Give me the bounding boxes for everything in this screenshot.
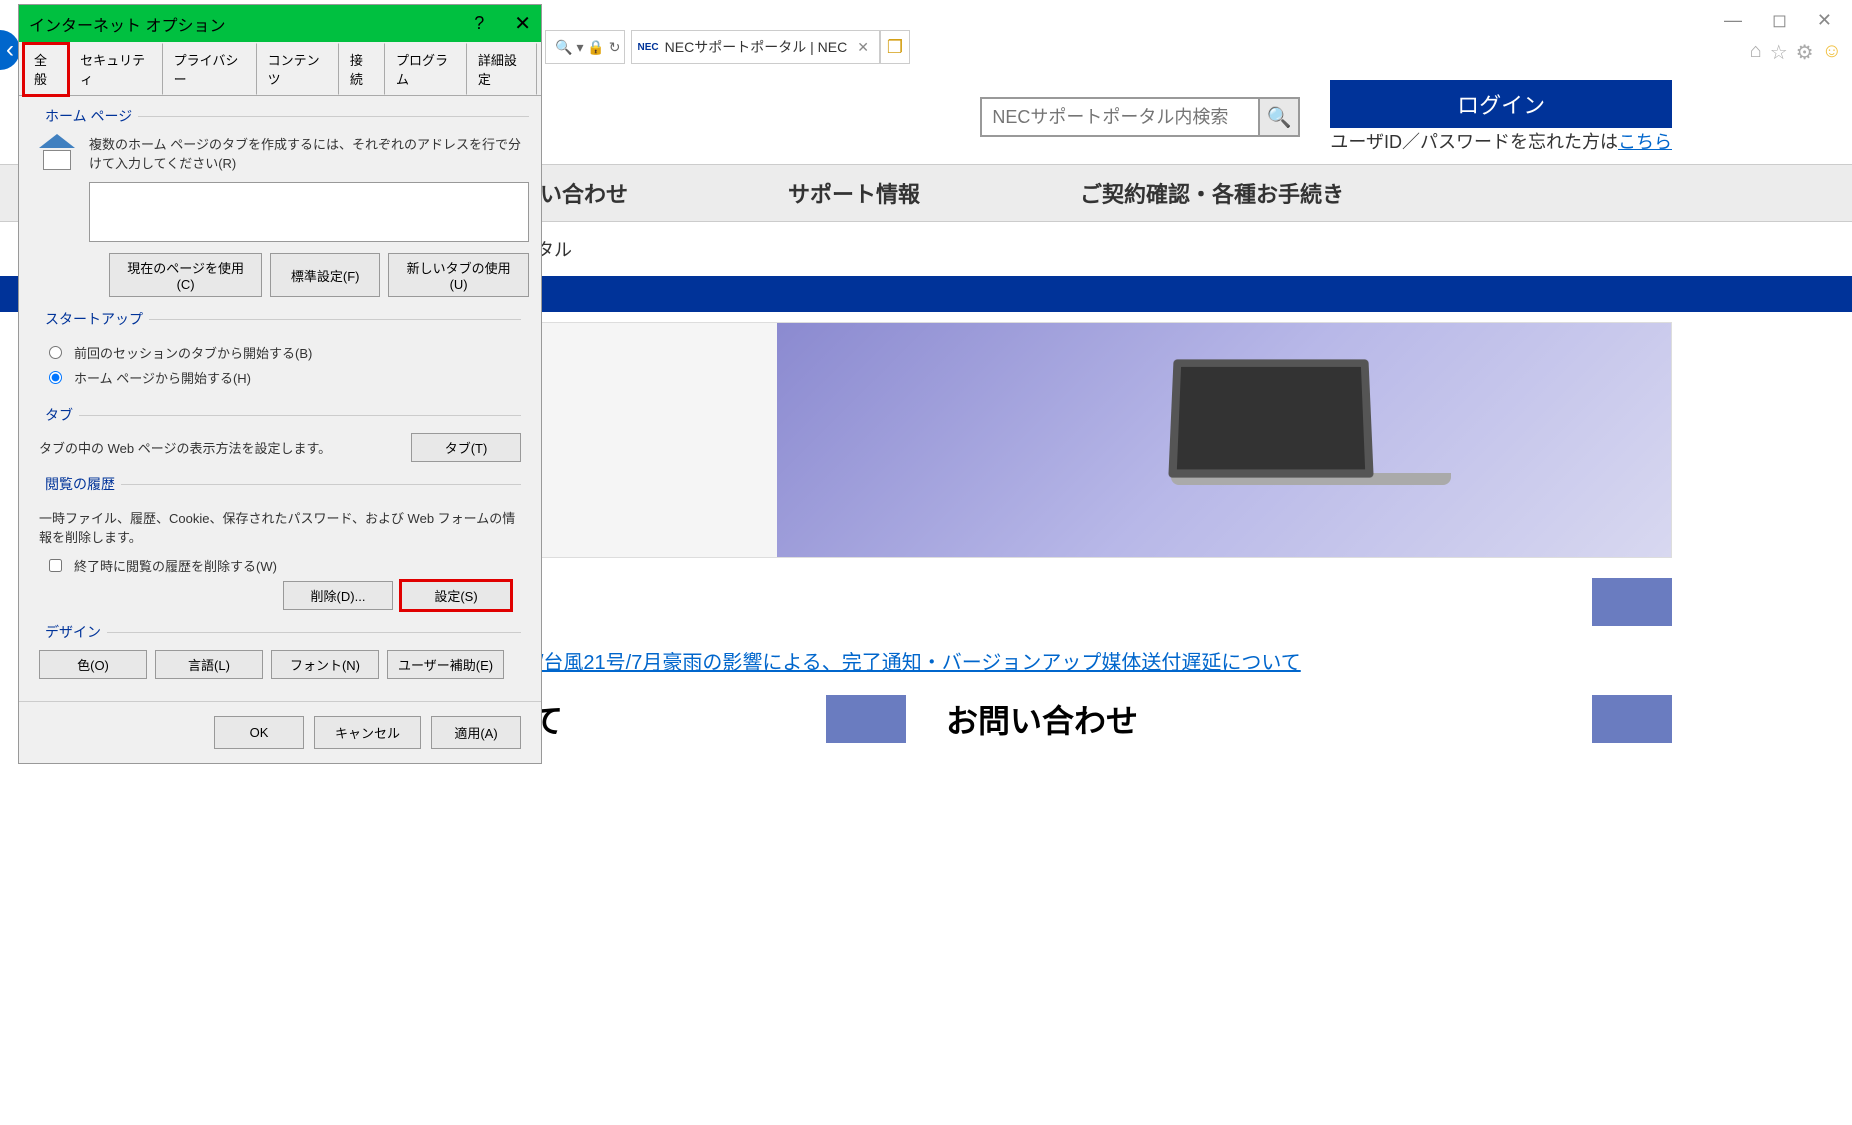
favorites-icon[interactable]: ☆ — [1770, 40, 1788, 65]
homepage-legend: ホーム ページ — [39, 106, 138, 126]
forgot-password-link[interactable]: こちら — [1618, 132, 1672, 152]
topics-accent — [1592, 578, 1672, 626]
address-search[interactable] — [545, 30, 625, 64]
login-button[interactable]: ログイン — [1330, 80, 1672, 128]
delete-on-exit-check[interactable]: 終了時に閲覧の履歴を削除する(W) — [49, 556, 521, 575]
radio-homepage[interactable] — [49, 371, 62, 384]
homepage-fieldset: ホーム ページ 複数のホーム ページのタブを作成するには、それぞれのアドレスを行… — [39, 106, 529, 297]
tab-settings-button[interactable]: タブ(T) — [411, 433, 521, 462]
history-description: 一時ファイル、履歴、Cookie、保存されたパスワード、および Web フォーム… — [39, 508, 521, 546]
nav-inquiry[interactable]: い合わせ — [540, 177, 628, 209]
tab-privacy[interactable]: プライバシー — [163, 43, 257, 95]
col-accent — [826, 695, 906, 743]
tab-detail[interactable]: 詳細設定 — [467, 43, 537, 95]
startup-radio-session[interactable]: 前回のセッションのタブから開始する(B) — [49, 343, 521, 362]
site-search-input[interactable] — [980, 97, 1260, 137]
startup-fieldset: スタートアップ 前回のセッションのタブから開始する(B) ホーム ページから開始… — [39, 309, 521, 393]
site-search-button[interactable]: 🔍 — [1260, 97, 1300, 137]
tab-general[interactable]: 全般 — [23, 43, 69, 96]
radio-last-session[interactable] — [49, 346, 62, 359]
forgot-password-text: ユーザID／パスワードを忘れた方はこちら — [1330, 128, 1672, 154]
color-button[interactable]: 色(O) — [39, 650, 147, 679]
inquiry-title: お問い合わせ — [946, 696, 1138, 742]
address-bar: 🔍 ▾ 🔒 ↻ NEC NECサポートポータル | NEC ✕ ❐ — [545, 30, 910, 64]
delete-on-exit-checkbox[interactable] — [49, 559, 62, 572]
design-fieldset: デザイン 色(O) 言語(L) フォント(N) ユーザー補助(E) — [39, 622, 521, 679]
tray-icons: ⌂ ☆ ⚙ ☺ — [1750, 40, 1842, 65]
tab-program[interactable]: プログラム — [385, 43, 467, 95]
use-default-button[interactable]: 標準設定(F) — [270, 253, 380, 297]
dialog-titlebar[interactable]: インターネット オプション ? ✕ — [19, 5, 541, 42]
home-icon[interactable]: ⌂ — [1750, 40, 1762, 65]
tab-connection[interactable]: 接続 — [339, 43, 385, 95]
home-icon — [39, 134, 79, 174]
apply-button[interactable]: 適用(A) — [431, 716, 521, 749]
language-button[interactable]: 言語(L) — [155, 650, 263, 679]
font-button[interactable]: フォント(N) — [271, 650, 379, 679]
tab-legend: タブ — [39, 405, 79, 425]
tab-security[interactable]: セキュリティ — [69, 43, 163, 95]
dialog-body: ホーム ページ 複数のホーム ページのタブを作成するには、それぞれのアドレスを行… — [19, 96, 541, 701]
maximize-button[interactable]: ◻ — [1772, 10, 1787, 31]
nav-support-info[interactable]: サポート情報 — [788, 177, 920, 209]
dialog-title-text: インターネット オプション — [29, 12, 474, 36]
close-window-button[interactable]: ✕ — [1817, 10, 1832, 31]
new-tab-button[interactable]: ❐ — [880, 30, 910, 64]
col-accent — [1592, 695, 1672, 743]
dialog-close-icon[interactable]: ✕ — [514, 11, 531, 36]
history-fieldset: 閲覧の履歴 一時ファイル、履歴、Cookie、保存されたパスワード、および We… — [39, 474, 521, 610]
site-search: 🔍 — [980, 97, 1300, 137]
use-newtab-button[interactable]: 新しいタブの使用(U) — [388, 253, 529, 297]
minimize-button[interactable]: — — [1724, 10, 1742, 31]
homepage-textarea[interactable] — [89, 182, 529, 242]
settings-icon[interactable]: ⚙ — [1796, 40, 1814, 65]
history-legend: 閲覧の履歴 — [39, 474, 121, 494]
dialog-help-icon[interactable]: ? — [474, 13, 484, 34]
tab-content[interactable]: コンテンツ — [257, 43, 339, 95]
delete-history-button[interactable]: 削除(D)... — [283, 581, 393, 610]
back-button[interactable]: ‹ — [0, 30, 20, 70]
dialog-footer: OK キャンセル 適用(A) — [19, 701, 541, 763]
tab-title: NECサポートポータル | NEC — [665, 37, 848, 57]
startup-radio-homepage[interactable]: ホーム ページから開始する(H) — [49, 368, 521, 387]
inquiry-section: お問い合わせ — [946, 695, 1672, 743]
dialog-tabs: 全般 セキュリティ プライバシー コンテンツ 接続 プログラム 詳細設定 — [19, 42, 541, 96]
history-settings-button[interactable]: 設定(S) — [401, 581, 511, 610]
browser-tab[interactable]: NEC NECサポートポータル | NEC ✕ — [631, 30, 880, 64]
window-controls: — ◻ ✕ — [1704, 0, 1852, 41]
ok-button[interactable]: OK — [214, 716, 304, 749]
homepage-description: 複数のホーム ページのタブを作成するには、それぞれのアドレスを行で分けて入力して… — [89, 134, 529, 172]
tab-fieldset: タブ タブの中の Web ページの表示方法を設定します。 タブ(T) — [39, 405, 521, 462]
cancel-button[interactable]: キャンセル — [314, 716, 421, 749]
internet-options-dialog: インターネット オプション ? ✕ 全般 セキュリティ プライバシー コンテンツ… — [18, 4, 542, 764]
tab-favicon: NEC — [638, 42, 659, 53]
nav-contract[interactable]: ご契約確認・各種お手続き — [1080, 177, 1344, 209]
tab-close-icon[interactable]: ✕ — [853, 39, 873, 56]
feedback-icon[interactable]: ☺ — [1822, 40, 1842, 65]
design-legend: デザイン — [39, 622, 107, 642]
startup-legend: スタートアップ — [39, 309, 149, 329]
tab-description: タブの中の Web ページの表示方法を設定します。 — [39, 438, 371, 457]
accessibility-button[interactable]: ユーザー補助(E) — [387, 650, 504, 679]
use-current-page-button[interactable]: 現在のページを使用(C) — [109, 253, 262, 297]
